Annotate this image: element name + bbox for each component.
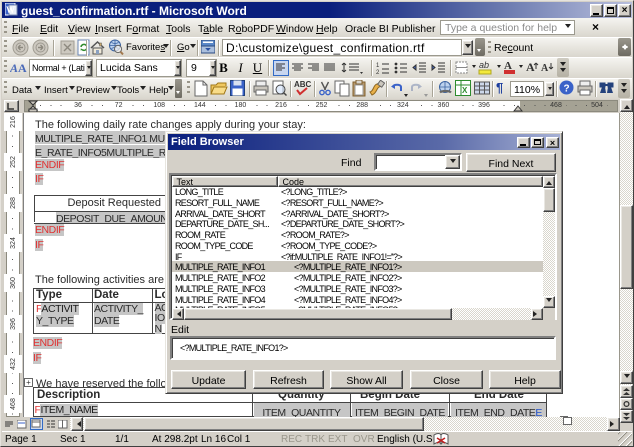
svg-text:A: A [526,60,535,74]
svg-text:1: 1 [376,63,380,69]
svg-text:ABC: ABC [294,80,312,89]
svg-text:A: A [10,61,18,75]
svg-text:W: W [6,5,15,15]
svg-text:?: ? [564,84,570,95]
svg-text:A: A [18,61,27,75]
svg-text:X: X [462,86,468,95]
svg-text:ab: ab [479,60,489,70]
svg-text:A: A [541,63,549,74]
svg-text:2: 2 [376,70,380,75]
